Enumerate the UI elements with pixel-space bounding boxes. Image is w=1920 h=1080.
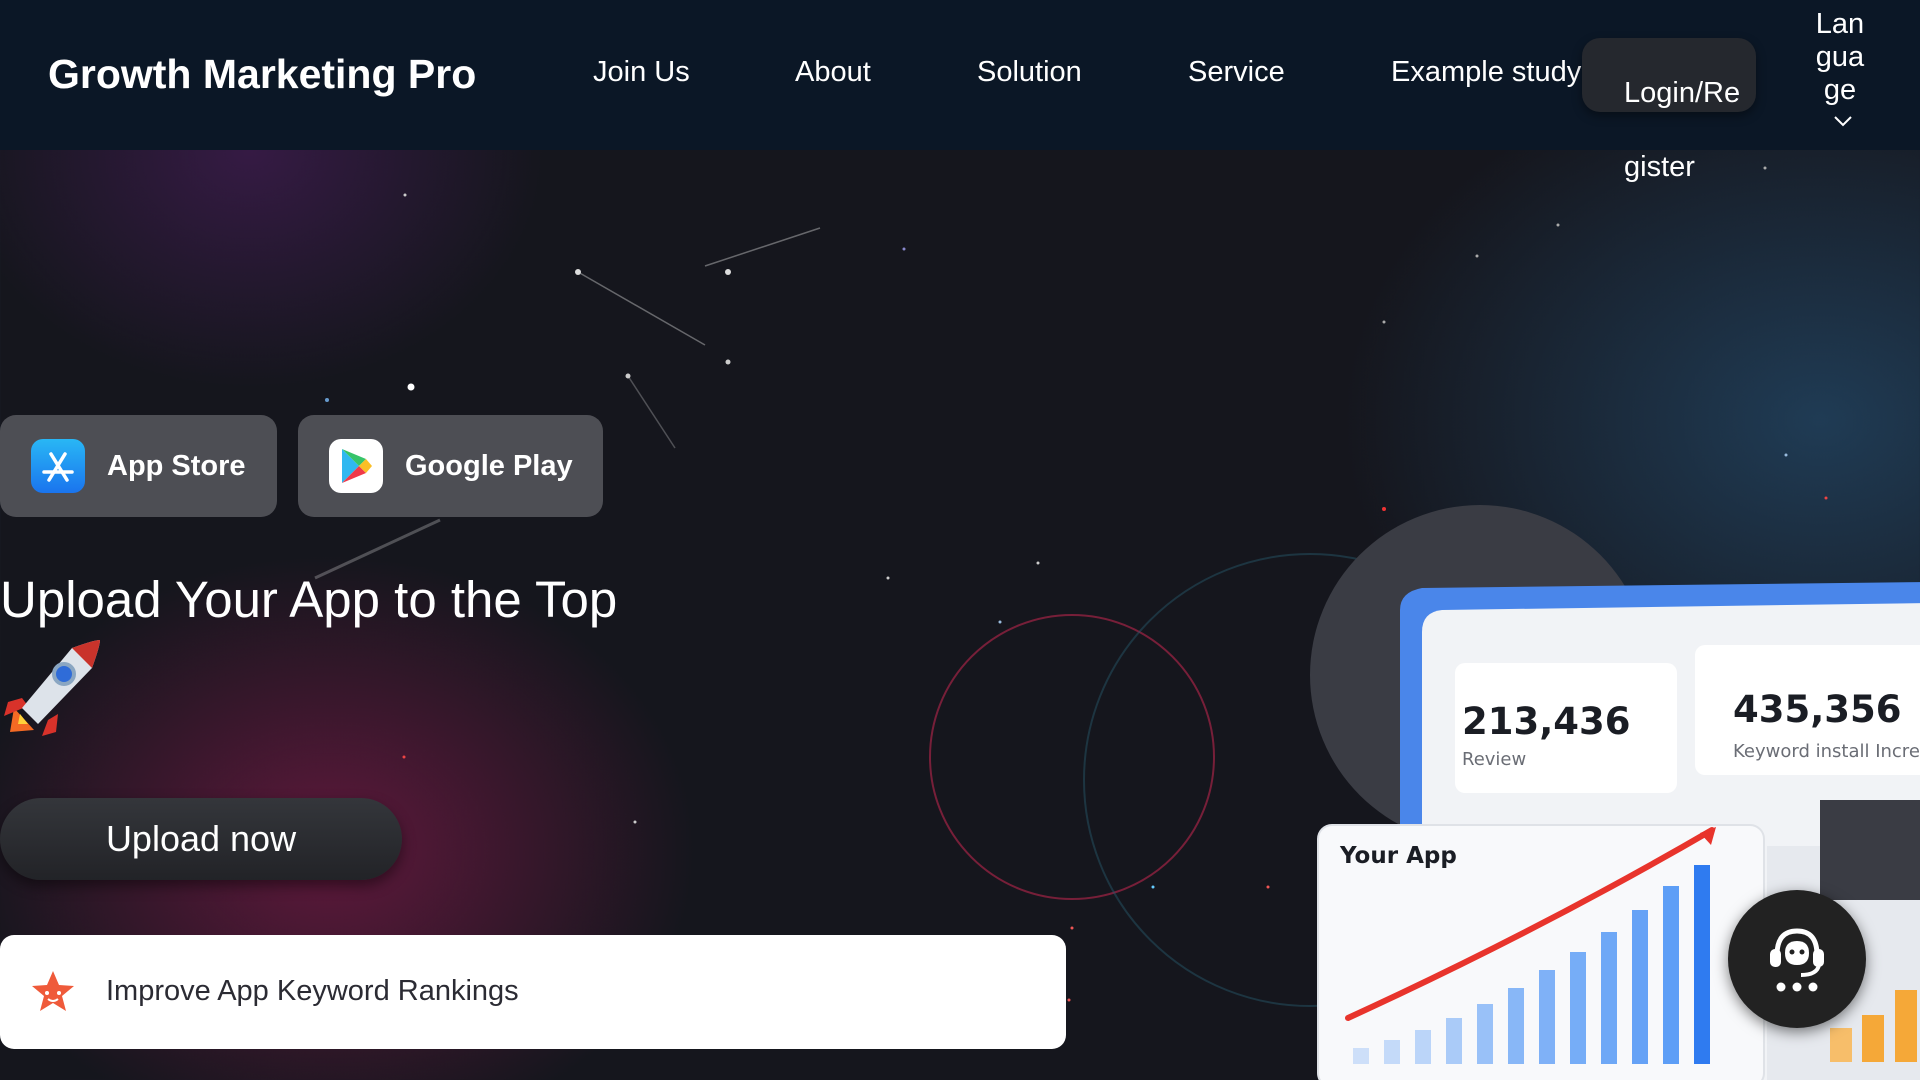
- your-app-title: Your App: [1339, 843, 1457, 869]
- google-play-button[interactable]: Google Play: [298, 415, 603, 517]
- headset-icon: [1770, 928, 1824, 992]
- orange-bar: [1830, 1028, 1852, 1062]
- growth-bar: [1415, 1030, 1431, 1064]
- nav-join-us[interactable]: Join Us: [593, 56, 690, 89]
- language-selector[interactable]: Language: [1810, 8, 1870, 107]
- brand-logo[interactable]: Growth Marketing Pro: [48, 51, 476, 98]
- growth-bar: [1446, 1018, 1462, 1064]
- orange-bar: [1895, 990, 1917, 1062]
- growth-bar: [1508, 988, 1524, 1064]
- google-play-icon: [329, 439, 383, 493]
- support-chat-button[interactable]: [1728, 890, 1866, 1028]
- nav-service[interactable]: Service: [1188, 56, 1285, 89]
- star-icon: [32, 971, 74, 1011]
- growth-bar: [1539, 970, 1555, 1064]
- growth-bar: [1694, 865, 1710, 1064]
- growth-bar: [1353, 1048, 1369, 1064]
- nav-about[interactable]: About: [795, 56, 871, 89]
- upload-now-button[interactable]: Upload now: [0, 798, 402, 880]
- app-store-button[interactable]: App Store: [0, 415, 277, 517]
- growth-bar: [1384, 1040, 1400, 1064]
- rocket-icon: [4, 640, 100, 736]
- app-store-label: App Store: [107, 449, 246, 482]
- review-value: 213,436: [1462, 700, 1631, 743]
- growth-bar: [1477, 1004, 1493, 1064]
- growth-bar: [1663, 886, 1679, 1064]
- feature-label: Improve App Keyword Rankings: [106, 975, 519, 1007]
- nav-example-study[interactable]: Example study: [1391, 56, 1581, 89]
- growth-bar: [1601, 932, 1617, 1064]
- app-store-icon: [31, 439, 85, 493]
- chevron-down-icon[interactable]: [1834, 114, 1852, 128]
- nav-solution[interactable]: Solution: [977, 56, 1082, 89]
- keyword-label: Keyword install Incre: [1733, 741, 1920, 762]
- feature-card[interactable]: Improve App Keyword Rankings: [0, 935, 1066, 1049]
- keyword-value: 435,356: [1733, 688, 1902, 731]
- growth-bar: [1570, 952, 1586, 1064]
- google-play-label: Google Play: [405, 449, 573, 482]
- growth-bar: [1632, 910, 1648, 1064]
- login-register-label[interactable]: Login/Register: [1624, 56, 1750, 204]
- hero-title: Upload Your App to the Top: [0, 571, 618, 628]
- review-label: Review: [1462, 749, 1526, 770]
- orange-bar: [1862, 1015, 1884, 1062]
- fab-backdrop: [1820, 800, 1920, 900]
